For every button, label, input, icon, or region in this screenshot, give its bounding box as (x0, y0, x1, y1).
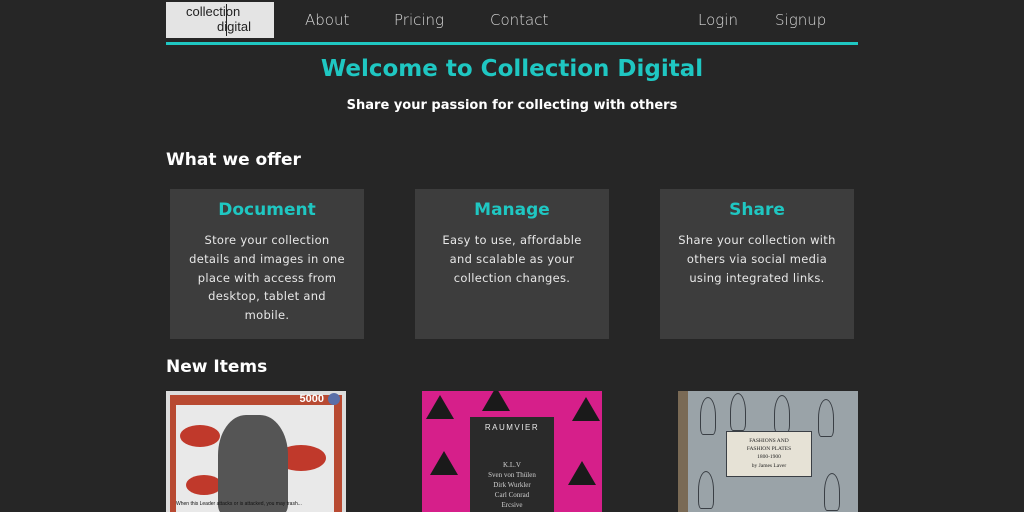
hero-title: Welcome to Collection Digital (320, 56, 704, 82)
book-title: RAUMVIER (484, 423, 540, 432)
logo-line-1: collection (186, 4, 241, 19)
card-artwork (176, 405, 334, 512)
book-credit-line: Carl Conrad (494, 491, 530, 499)
offer-heading: What we offer (166, 150, 301, 170)
offer-card-text: Share your collection with others via so… (678, 233, 836, 285)
book-credit-line: Sven von Thülen (488, 471, 536, 479)
triangle-pattern (572, 397, 600, 421)
plate-line: by James Laver (751, 463, 787, 469)
card-effect-text: When this Leader attacks or is attacked,… (176, 501, 302, 507)
nav-link-contact[interactable]: Contact (490, 11, 548, 29)
triangle-pattern (430, 451, 458, 475)
book-credit-line: Ercsive (501, 501, 523, 509)
logo-line-2: digital (217, 19, 251, 34)
signup-link[interactable]: Signup (775, 11, 826, 29)
card-power-number: 5000 (299, 393, 324, 405)
offer-card-title: Share (729, 200, 785, 220)
page: collection digital About Pricing Contact… (166, 0, 858, 512)
book-credit-line: K.L.V (503, 461, 521, 469)
flame-shape (180, 425, 220, 447)
character-figure (218, 415, 288, 512)
fashion-figure (698, 471, 714, 509)
triangle-pattern (482, 391, 510, 411)
hero-subtitle: Share your passion for collecting with o… (346, 98, 678, 113)
offer-card-title: Document (218, 200, 316, 220)
fashion-figure (824, 473, 840, 511)
nav-link-pricing[interactable]: Pricing (394, 11, 444, 29)
fashion-figure (730, 393, 746, 431)
new-item-card-image[interactable]: 5000 When this Leader attacks or is atta… (166, 391, 346, 512)
plate-line: FASHION PLATES (746, 446, 792, 452)
top-nav: collection digital About Pricing Contact… (166, 0, 858, 45)
site-logo[interactable]: collection digital (166, 2, 274, 38)
book-title-panel: RAUMVIER K.L.V Sven von Thülen Dirk Wurk… (470, 417, 554, 512)
book-spine (678, 391, 688, 512)
plate-line: 1800-1900 (757, 454, 781, 460)
new-item-vintage-book-image[interactable]: FASHIONS AND FASHION PLATES 1800-1900 by… (678, 391, 858, 512)
offer-card-manage: Manage Easy to use, affordable and scala… (415, 189, 609, 339)
book-title-plate: FASHIONS AND FASHION PLATES 1800-1900 by… (726, 431, 812, 477)
offer-card-document: Document Store your collection details a… (170, 189, 364, 339)
offer-card-text: Store your collection details and images… (189, 233, 345, 323)
fashion-figure (774, 395, 790, 433)
flame-shape (186, 475, 222, 495)
plate-line: FASHIONS AND (749, 438, 789, 444)
triangle-pattern (426, 395, 454, 419)
new-items-heading: New Items (166, 357, 268, 377)
offer-card-share: Share Share your collection with others … (660, 189, 854, 339)
new-item-book-image[interactable]: RAUMVIER K.L.V Sven von Thülen Dirk Wurk… (422, 391, 602, 512)
nav-link-about[interactable]: About (305, 11, 349, 29)
fashion-figure (700, 397, 716, 435)
offer-card-text: Easy to use, affordable and scalable as … (442, 233, 582, 285)
card-attribute-icon (328, 393, 340, 405)
fashion-figure (818, 399, 834, 437)
offer-card-title: Manage (474, 200, 550, 220)
login-link[interactable]: Login (698, 11, 738, 29)
triangle-pattern (568, 461, 596, 485)
book-credit-line: Dirk Wurkler (493, 481, 531, 489)
